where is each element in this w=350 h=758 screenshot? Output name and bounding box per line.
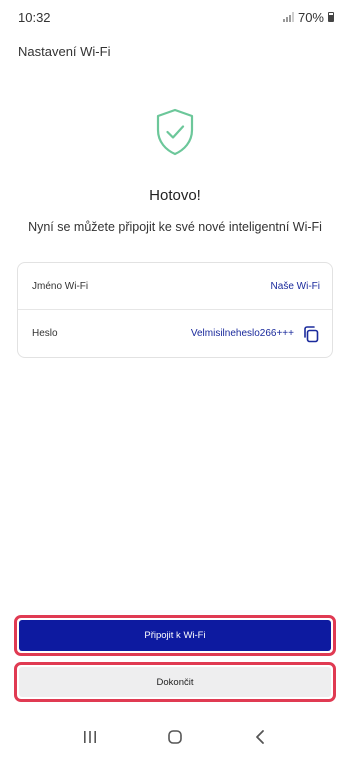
wifi-password-row: Heslo Velmisilneheslo266+++ [18, 310, 332, 357]
wifi-name-value: Naše Wi-Fi [270, 280, 320, 292]
system-nav-bar [0, 716, 350, 758]
wifi-name-label: Jméno Wi-Fi [32, 280, 89, 292]
home-icon[interactable] [160, 722, 190, 752]
connect-button-highlight: Připojit k Wi-Fi [14, 615, 336, 656]
finish-button[interactable]: Dokončit [19, 667, 331, 697]
done-title: Hotovo! [149, 187, 201, 204]
done-subtitle: Nyní se můžete připojit ke své nové inte… [28, 220, 322, 234]
recent-apps-icon[interactable] [75, 722, 105, 752]
battery-percent: 70% [297, 9, 324, 25]
wifi-name-row: Jméno Wi-Fi Naše Wi-Fi [18, 263, 332, 310]
wifi-details-card: Jméno Wi-Fi Naše Wi-Fi Heslo Velmisilneh… [17, 262, 333, 358]
back-icon[interactable] [245, 722, 275, 752]
status-bar: 10:32 70% [0, 0, 350, 34]
status-time: 10:32 [18, 9, 51, 25]
status-indicators: 70% [282, 9, 334, 25]
signal-icon [282, 12, 294, 22]
wifi-password-label: Heslo [32, 328, 58, 339]
wifi-password-value: Velmisilneheslo266+++ [190, 328, 294, 339]
connect-wifi-button[interactable]: Připojit k Wi-Fi [19, 620, 331, 651]
battery-icon [328, 12, 334, 22]
shield-check-icon [155, 108, 195, 156]
finish-button-highlight: Dokončit [14, 662, 336, 702]
copy-icon[interactable] [302, 325, 320, 343]
page-title: Nastavení Wi-Fi [18, 44, 111, 59]
